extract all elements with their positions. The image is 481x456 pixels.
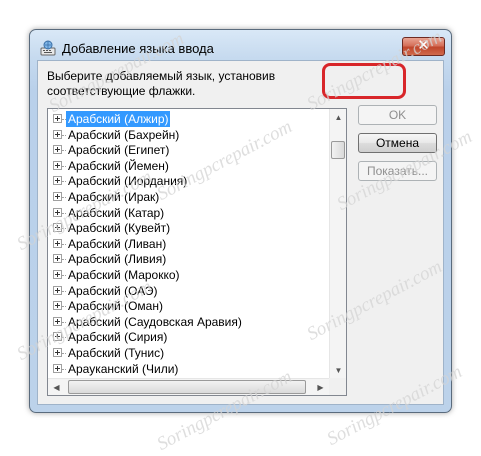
- expand-plus-icon[interactable]: [53, 348, 62, 357]
- expand-plus-icon[interactable]: [53, 207, 62, 217]
- instruction-text: Выберите добавляемый язык, установив соо…: [47, 69, 276, 98]
- horizontal-scrollbar[interactable]: ◀ ▶: [48, 378, 329, 395]
- expand-plus-icon[interactable]: [53, 192, 62, 201]
- language-label: Арабский (Йемен): [68, 158, 169, 173]
- language-label: Арабский (Марокко): [68, 268, 180, 282]
- expand-plus-icon[interactable]: [53, 176, 62, 186]
- language-label: Арабский (ОАЭ): [68, 283, 158, 298]
- language-label: Арабский (Саудовская Аравия): [68, 314, 242, 329]
- language-label: Арабский (Оман): [68, 299, 163, 314]
- dialog-body: Выберите добавляемый язык, установив соо…: [37, 60, 444, 405]
- scroll-up-arrow-icon[interactable]: ▲: [330, 109, 346, 126]
- vertical-scrollbar[interactable]: ▲ ▼: [329, 109, 346, 379]
- expand-plus-icon[interactable]: [53, 160, 62, 170]
- close-button[interactable]: ✕: [402, 37, 445, 56]
- language-label: Арауканский (Чили): [68, 361, 179, 376]
- language-label: Арабский (Алжир): [66, 111, 171, 127]
- keyboard-globe-icon: [40, 40, 56, 56]
- language-label: Арабский (Ирак): [68, 190, 160, 204]
- show-button[interactable]: Показать...: [358, 161, 437, 181]
- language-label: Арабский (Бахрейн): [68, 127, 180, 142]
- scroll-down-arrow-icon[interactable]: ▼: [330, 362, 346, 379]
- language-label: Арабский (Иордания): [68, 174, 188, 189]
- expand-plus-icon[interactable]: [53, 301, 62, 311]
- dialog-title: Добавление языка ввода: [62, 41, 214, 56]
- expand-plus-icon[interactable]: [53, 270, 62, 279]
- horizontal-scroll-thumb[interactable]: [68, 380, 306, 394]
- language-label: Арабский (Египет): [68, 143, 170, 158]
- expand-plus-icon[interactable]: [53, 129, 62, 139]
- expand-plus-icon[interactable]: [53, 332, 62, 342]
- expand-plus-icon[interactable]: [53, 363, 62, 373]
- expand-plus-icon[interactable]: [53, 254, 62, 264]
- ok-button[interactable]: OK: [358, 105, 437, 125]
- language-label: Арабский (Катар): [68, 205, 165, 220]
- language-label: Арабский (Ливан): [68, 236, 167, 251]
- cancel-button[interactable]: Отмена: [358, 133, 437, 153]
- expand-plus-icon[interactable]: [53, 285, 62, 295]
- vertical-scroll-thumb[interactable]: [331, 141, 345, 159]
- language-label: Арабский (Ливия): [68, 252, 167, 267]
- scrollbar-corner: [329, 378, 346, 395]
- dialog-window: Добавление языка ввода ✕ Выберите добавл…: [29, 29, 452, 413]
- language-tree[interactable]: Арабский (Алжир) Арабский (Бахрейн) Арабск…: [47, 108, 347, 396]
- expand-plus-icon[interactable]: [53, 223, 62, 233]
- language-label: Арабский (Кувейт): [68, 221, 171, 236]
- expand-plus-icon[interactable]: [53, 238, 62, 248]
- scroll-right-arrow-icon[interactable]: ▶: [312, 379, 329, 395]
- expand-plus-icon[interactable]: [53, 145, 62, 155]
- language-label: Арабский (Тунис): [68, 346, 165, 360]
- expand-plus-icon[interactable]: [53, 114, 62, 123]
- expand-plus-icon[interactable]: [53, 316, 62, 326]
- language-label: Арабский (Сирия): [68, 330, 168, 345]
- scroll-left-arrow-icon[interactable]: ◀: [48, 379, 65, 395]
